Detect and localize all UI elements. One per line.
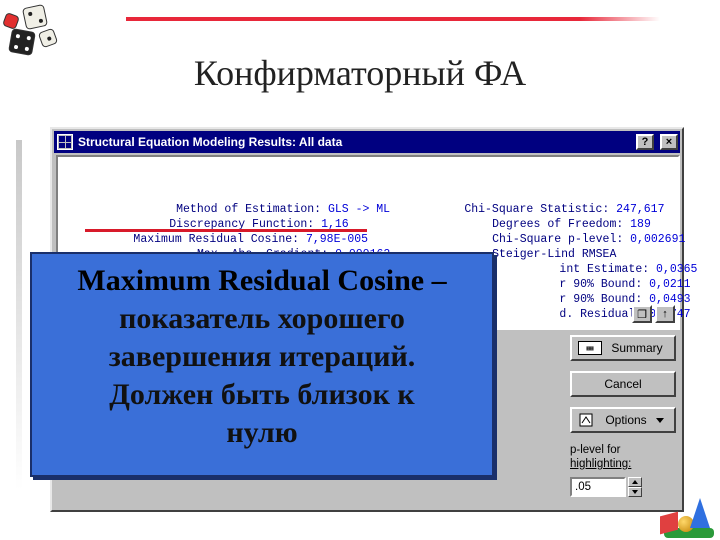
result-row-discrepancy: Discrepancy Function: 1,16: [114, 202, 348, 231]
plevel-label-line1: p-level for: [570, 444, 621, 456]
result-row-max-abs-gradient: Max. Abs. Gradient: 0,000162: [128, 232, 390, 261]
shapes-decoration: [656, 492, 720, 540]
annotation-callout: Maximum Residual Cosine – показатель хор…: [30, 252, 494, 477]
callout-line: нулю: [226, 416, 298, 449]
plevel-label: p-level for highlighting:: [570, 443, 682, 471]
options-icon: [579, 413, 593, 427]
slide-title: Конфирматорный ФА: [193, 53, 527, 93]
spin-up-icon[interactable]: [628, 477, 642, 487]
highlight-underline: [85, 229, 367, 232]
callout-line: Должен быть близок к: [109, 378, 415, 411]
result-row-chi-square: Chi-Square Statistic: 247,617: [416, 187, 664, 216]
summary-label: Summary: [611, 341, 663, 355]
plevel-spinner[interactable]: [628, 477, 642, 497]
plevel-label-line2: highlighting:: [570, 458, 632, 470]
title-accent-line: [126, 17, 656, 21]
plevel-input[interactable]: .05: [570, 477, 626, 497]
result-row-upper-bound: r 90% Bound: 0,0493: [518, 277, 690, 306]
cancel-button[interactable]: Cancel: [570, 371, 676, 397]
result-label: d. Residual:: [559, 308, 643, 321]
chevron-down-icon: [656, 418, 664, 423]
app-grid-icon: [57, 134, 73, 150]
results-toolbar: ❐ ↑: [632, 305, 675, 323]
result-row-method: Method of Estimation: GLS -> ML: [114, 187, 390, 216]
result-row-df: Degrees of Freedom: 189: [430, 202, 651, 231]
scroll-up-icon[interactable]: ↑: [655, 305, 675, 323]
result-row-rmsea-heading: Steiger-Lind RMSEA: [430, 232, 616, 261]
summary-button[interactable]: ▦▦ Summary: [570, 335, 676, 361]
window-title: Structural Equation Modeling Results: Al…: [78, 135, 343, 149]
close-button[interactable]: ×: [660, 134, 678, 150]
result-row-p-level: Chi-Square p-level: 0,002691: [430, 217, 685, 246]
callout-line: показатель хорошего: [119, 302, 405, 335]
options-label: Options: [605, 413, 647, 427]
callout-text: Maximum Residual Cosine – показатель хор…: [32, 262, 492, 452]
cancel-label: Cancel: [604, 377, 642, 391]
callout-line: Maximum Residual Cosine –: [77, 264, 447, 297]
spin-down-icon[interactable]: [628, 487, 642, 497]
result-value: 0,002691: [630, 233, 686, 246]
actions-panel: ▦▦ Summary Cancel Options p-level for hi…: [570, 335, 682, 497]
title-accent-fade: [580, 17, 660, 21]
left-accent-bar: [16, 140, 22, 490]
callout-line: завершения итераций.: [108, 340, 416, 373]
options-button[interactable]: Options: [570, 407, 676, 433]
copy-icon[interactable]: ❐: [632, 305, 652, 323]
window-titlebar[interactable]: Structural Equation Modeling Results: Al…: [54, 131, 680, 153]
summary-icon: ▦▦: [578, 341, 602, 355]
result-row-lower-bound: r 90% Bound: 0,0211: [518, 262, 690, 291]
result-row-point-estimate: int Estimate: 0,0365: [518, 247, 697, 276]
help-button[interactable]: ?: [636, 134, 654, 150]
